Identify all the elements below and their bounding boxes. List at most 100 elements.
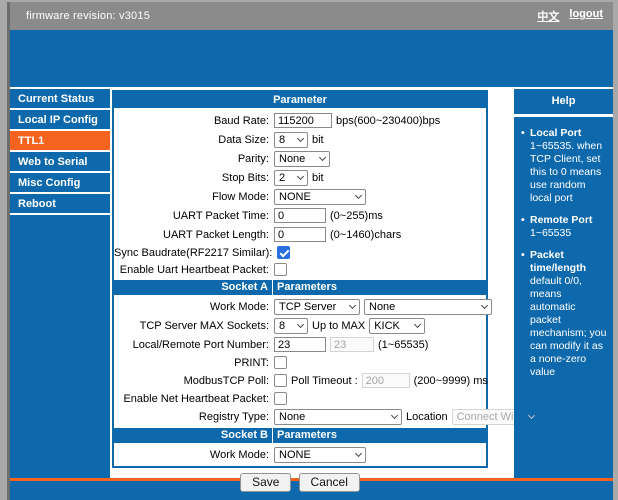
print-row: PRINT: [114,354,486,371]
socket-a-header-right: Parameters [277,281,337,293]
baud-rate-label: Baud Rate: [213,114,269,127]
parity-row: Parity: None [114,149,486,168]
sidebar-item-ttl1[interactable]: TTL1 [10,131,110,152]
bullet-icon: • [521,127,525,139]
chevron-down-icon [348,301,357,309]
stop-bits-select[interactable]: 2 [274,169,308,186]
uart-heartbeat-row: Enable Uart Heartbeat Packet: [114,261,486,278]
uart-packet-length-row: UART Packet Length: (0~1460)chars [114,225,486,244]
header-banner [10,30,613,87]
chevron-down-icon [296,320,305,328]
page: firmware revision: v3015 中文 logout Curre… [10,2,613,500]
max-sockets-label: TCP Server MAX Sockets: [139,319,269,332]
language-link[interactable]: 中文 [537,8,559,24]
parameter-panel: Parameter Baud Rate: bps(600~230400)bps … [112,90,538,468]
parity-label: Parity: [237,152,269,165]
max-sockets-row: TCP Server MAX Sockets: 8 Up to MAX KICK [114,316,486,335]
socket-b-work-mode-select[interactable]: NONE [274,446,366,463]
poll-timeout-hint: (200~9999) ms [413,374,488,387]
modbus-poll-label: ModbusTCP Poll: [183,374,269,387]
uart-packet-length-label: UART Packet Length: [163,228,269,241]
socket-a-work-mode-label: Work Mode: [209,300,269,313]
firmware-revision: firmware revision: v3015 [26,10,151,22]
print-checkbox[interactable] [274,356,287,369]
sidebar-item-reboot[interactable]: Reboot [10,194,110,215]
net-heartbeat-checkbox[interactable] [274,392,287,405]
uart-packet-time-label: UART Packet Time: [172,209,269,222]
sidebar-item-current-status[interactable]: Current Status [10,89,110,110]
port-number-hint: (1~65535) [378,338,429,351]
uart-packet-length-hint: (0~1460)chars [330,228,402,241]
uart-packet-time-input[interactable] [274,208,326,223]
socket-b-work-mode-label: Work Mode: [209,448,269,461]
sidebar-item-web-to-serial[interactable]: Web to Serial [10,152,110,173]
save-button[interactable]: Save [240,473,292,492]
registry-type-row: Registry Type: None Location Connect Wit… [114,407,538,426]
flow-mode-select[interactable]: NONE [274,188,366,205]
stop-bits-label: Stop Bits: [221,171,269,184]
socket-b-header: Socket B Parameters [114,428,486,443]
sync-baudrate-checkbox[interactable] [277,246,291,259]
logout-link[interactable]: logout [569,8,603,24]
socket-a-work-mode-row: Work Mode: TCP Server None [114,297,492,316]
baud-rate-row: Baud Rate: bps(600~230400)bps [114,111,486,130]
uart-packet-length-input[interactable] [274,227,326,242]
chevron-down-icon [296,134,305,142]
socket-b-work-mode-row: Work Mode: NONE [114,445,486,464]
panel-title: Parameter [114,92,486,108]
socket-a-header-left: Socket A [114,280,273,295]
uart-packet-time-row: UART Packet Time: (0~255)ms [114,206,486,225]
chevron-down-icon [390,411,399,419]
local-port-input[interactable] [274,337,326,352]
location-label: Location [406,410,448,423]
max-sockets-select[interactable]: 8 [274,317,308,334]
data-size-hint: bit [312,133,324,146]
poll-timeout-label: Poll Timeout : [291,374,358,387]
uart-heartbeat-checkbox[interactable] [274,263,287,276]
stop-bits-hint: bit [312,171,324,184]
uart-heartbeat-label: Enable Uart Heartbeat Packet: [119,263,269,276]
flow-mode-row: Flow Mode: NONE [114,187,486,206]
data-size-select[interactable]: 8 [274,131,308,148]
help-body: • Local Port 1~65535. when TCP Client, s… [514,117,613,478]
socket-a-header: Socket A Parameters [114,280,486,295]
net-heartbeat-row: Enable Net Heartbeat Packet: [114,390,486,407]
stop-bits-row: Stop Bits: 2 bit [114,168,486,187]
data-size-row: Data Size: 8 bit [114,130,486,149]
sidebar-item-local-ip-config[interactable]: Local IP Config [10,110,110,131]
sidebar-filler [10,215,110,478]
kick-select[interactable]: KICK [369,317,426,334]
sync-baudrate-row: Sync Baudrate(RF2217 Similar): [114,244,486,261]
help-bullet-remote-port: • Remote Port 1~65535 [521,214,593,239]
max-sockets-mid-label: Up to MAX [312,319,366,332]
bullet-icon: • [521,214,525,226]
net-heartbeat-label: Enable Net Heartbeat Packet: [123,392,269,405]
sidebar-item-misc-config[interactable]: Misc Config [10,173,110,194]
help-panel: Help • Local Port 1~65535. when TCP Clie… [514,89,613,478]
chevron-down-icon [318,153,327,161]
data-size-label: Data Size: [218,133,269,146]
main-column: Parameter Baud Rate: bps(600~230400)bps … [110,89,538,492]
chevron-down-icon [296,172,305,180]
uart-packet-time-hint: (0~255)ms [330,209,383,222]
socket-a-work-submode-select[interactable]: None [364,298,492,315]
cancel-button[interactable]: Cancel [298,473,360,492]
chevron-down-icon [354,191,363,199]
parity-select[interactable]: None [274,150,330,167]
chevron-down-icon [414,320,422,328]
baud-rate-hint: bps(600~230400)bps [336,114,441,127]
bullet-icon: • [521,249,525,261]
port-number-label: Local/Remote Port Number: [132,338,269,351]
port-number-row: Local/Remote Port Number: (1~65535) [114,335,486,354]
help-bullet-local-port: • Local Port 1~65535. when TCP Client, s… [521,127,603,204]
socket-a-work-mode-select[interactable]: TCP Server [274,298,360,315]
poll-timeout-input [361,373,410,388]
print-label: PRINT: [234,356,269,369]
registry-type-select[interactable]: None [274,408,402,425]
chevron-down-icon [354,449,363,457]
content-area: Current Status Local IP Config TTL1 Web … [10,89,613,492]
modbus-poll-checkbox[interactable] [274,374,287,387]
baud-rate-input[interactable] [274,113,332,128]
socket-b-header-left: Socket B [114,428,273,443]
socket-b-header-right: Parameters [277,429,337,441]
